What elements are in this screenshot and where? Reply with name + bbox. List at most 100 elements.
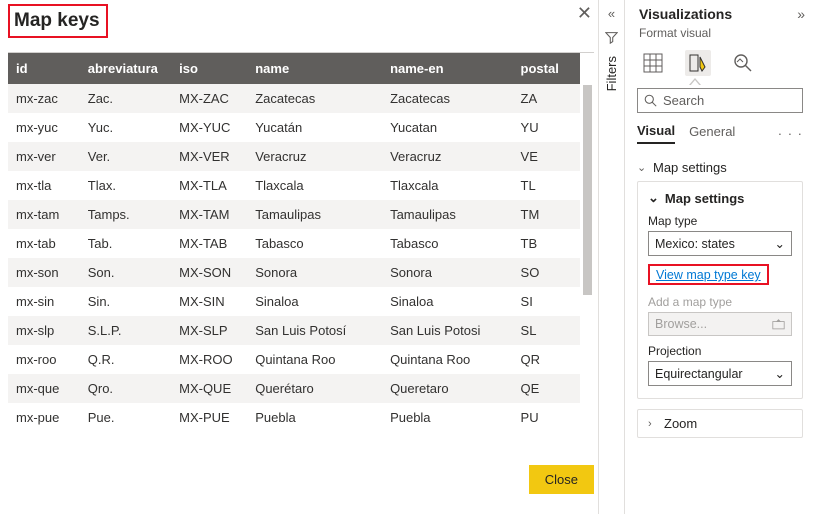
cell-iso: MX-PUE — [171, 403, 247, 432]
cell-postal: SO — [513, 258, 580, 287]
cell-postal: YU — [513, 113, 580, 142]
viz-pointer — [625, 76, 815, 88]
card-title: Map settings — [665, 191, 744, 206]
cell-iso: MX-YUC — [171, 113, 247, 142]
cell-name_en: Queretaro — [382, 374, 512, 403]
upload-icon — [772, 318, 785, 330]
col-id[interactable]: id — [8, 53, 80, 84]
cell-id: mx-ver — [8, 142, 80, 171]
col-postal[interactable]: postal — [513, 53, 580, 84]
view-map-type-key-link[interactable]: View map type key — [652, 266, 765, 284]
cell-id: mx-zac — [8, 84, 80, 113]
filters-label: Filters — [604, 56, 619, 91]
cell-name_en: Puebla — [382, 403, 512, 432]
cell-abbr: Pue. — [80, 403, 171, 432]
section-zoom[interactable]: › Zoom — [637, 409, 803, 438]
table-row[interactable]: mx-puePue.MX-PUEPueblaPueblaPU — [8, 403, 580, 432]
chevron-left-icon[interactable]: « — [608, 6, 615, 21]
format-visual-icon[interactable] — [685, 50, 711, 76]
cell-postal: SL — [513, 316, 580, 345]
map-type-label: Map type — [648, 214, 792, 228]
cell-name_en: Quintana Roo — [382, 345, 512, 374]
cell-postal: VE — [513, 142, 580, 171]
table-row[interactable]: mx-tamTamps.MX-TAMTamaulipasTamaulipasTM — [8, 200, 580, 229]
table-row[interactable]: mx-zacZac.MX-ZACZacatecasZacatecasZA — [8, 84, 580, 113]
table-row[interactable]: mx-tlaTlax.MX-TLATlaxcalaTlaxcalaTL — [8, 171, 580, 200]
cell-name_en: San Luis Potosi — [382, 316, 512, 345]
view-key-row: View map type key — [648, 264, 792, 285]
projection-value: Equirectangular — [655, 367, 743, 381]
col-iso[interactable]: iso — [171, 53, 247, 84]
tab-visual[interactable]: Visual — [637, 123, 675, 144]
cell-iso: MX-TAM — [171, 200, 247, 229]
cell-name_en: Sonora — [382, 258, 512, 287]
map-type-select[interactable]: Mexico: states ⌄ — [648, 231, 792, 256]
format-tabbar: Visual General · · · — [637, 123, 803, 144]
cell-postal: TB — [513, 229, 580, 258]
cell-id: mx-tab — [8, 229, 80, 258]
cell-iso: MX-QUE — [171, 374, 247, 403]
col-name[interactable]: name — [247, 53, 382, 84]
viz-title: Visualizations — [639, 6, 732, 22]
table-row[interactable]: mx-slpS.L.P.MX-SLPSan Luis PotosíSan Lui… — [8, 316, 580, 345]
cell-abbr: Q.R. — [80, 345, 171, 374]
cell-name_en: Sinaloa — [382, 287, 512, 316]
cell-postal: PU — [513, 403, 580, 432]
search-input[interactable]: Search — [637, 88, 803, 113]
col-abreviatura[interactable]: abreviatura — [80, 53, 171, 84]
cell-name: Zacatecas — [247, 84, 382, 113]
tab-general[interactable]: General — [689, 124, 735, 143]
table-row[interactable]: mx-queQro.MX-QUEQuerétaroQueretaroQE — [8, 374, 580, 403]
cell-postal: TM — [513, 200, 580, 229]
cell-iso: MX-ROO — [171, 345, 247, 374]
filter-icon — [605, 31, 618, 44]
cell-iso: MX-ZAC — [171, 84, 247, 113]
cell-name: Sonora — [247, 258, 382, 287]
table-row[interactable]: mx-sonSon.MX-SONSonoraSonoraSO — [8, 258, 580, 287]
table-row[interactable]: mx-rooQ.R.MX-ROOQuintana RooQuintana Roo… — [8, 345, 580, 374]
cell-id: mx-tla — [8, 171, 80, 200]
cell-name: Tamaulipas — [247, 200, 382, 229]
more-options-icon[interactable]: · · · — [778, 126, 803, 141]
view-key-highlight: View map type key — [648, 264, 769, 285]
cell-abbr: Son. — [80, 258, 171, 287]
card-map-settings: ⌄ Map settings Map type Mexico: states ⌄… — [637, 181, 803, 399]
right-area: « Filters Visualizations » Format visual — [598, 0, 815, 514]
close-icon[interactable]: ✕ — [575, 4, 594, 22]
close-button[interactable]: Close — [529, 465, 594, 494]
cell-name: Quintana Roo — [247, 345, 382, 374]
cell-iso: MX-TLA — [171, 171, 247, 200]
map-keys-table: id abreviatura iso name name-en postal m… — [8, 53, 580, 432]
dialog-title: Map keys — [8, 4, 108, 38]
cell-name: Querétaro — [247, 374, 382, 403]
cell-id: mx-yuc — [8, 113, 80, 142]
cell-id: mx-que — [8, 374, 80, 403]
build-visual-icon[interactable] — [643, 53, 663, 73]
cell-postal: TL — [513, 171, 580, 200]
section-map-settings[interactable]: ⌄ Map settings — [637, 154, 803, 181]
section-label: Map settings — [653, 160, 727, 175]
col-name-en[interactable]: name-en — [382, 53, 512, 84]
projection-select[interactable]: Equirectangular ⌄ — [648, 361, 792, 386]
cell-postal: ZA — [513, 84, 580, 113]
cell-abbr: Yuc. — [80, 113, 171, 142]
cell-iso: MX-VER — [171, 142, 247, 171]
chevron-down-icon: ⌄ — [637, 161, 647, 174]
visualizations-pane: Visualizations » Format visual — [624, 0, 815, 514]
card-header[interactable]: ⌄ Map settings — [648, 190, 792, 206]
chevron-right-icon[interactable]: » — [797, 6, 805, 22]
cell-abbr: Qro. — [80, 374, 171, 403]
table-row[interactable]: mx-tabTab.MX-TABTabascoTabascoTB — [8, 229, 580, 258]
analytics-icon[interactable] — [733, 53, 753, 73]
cell-iso: MX-SLP — [171, 316, 247, 345]
browse-button[interactable]: Browse... — [648, 312, 792, 336]
viz-mode-icons — [625, 44, 815, 76]
cell-name_en: Tabasco — [382, 229, 512, 258]
cell-postal: QR — [513, 345, 580, 374]
table-row[interactable]: mx-yucYuc.MX-YUCYucatánYucatanYU — [8, 113, 580, 142]
table-row[interactable]: mx-verVer.MX-VERVeracruzVeracruzVE — [8, 142, 580, 171]
filters-pane-collapsed[interactable]: « Filters — [598, 0, 624, 514]
table-row[interactable]: mx-sinSin.MX-SINSinaloaSinaloaSI — [8, 287, 580, 316]
map-keys-table-wrap[interactable]: id abreviatura iso name name-en postal m… — [8, 52, 594, 459]
cell-name_en: Tlaxcala — [382, 171, 512, 200]
